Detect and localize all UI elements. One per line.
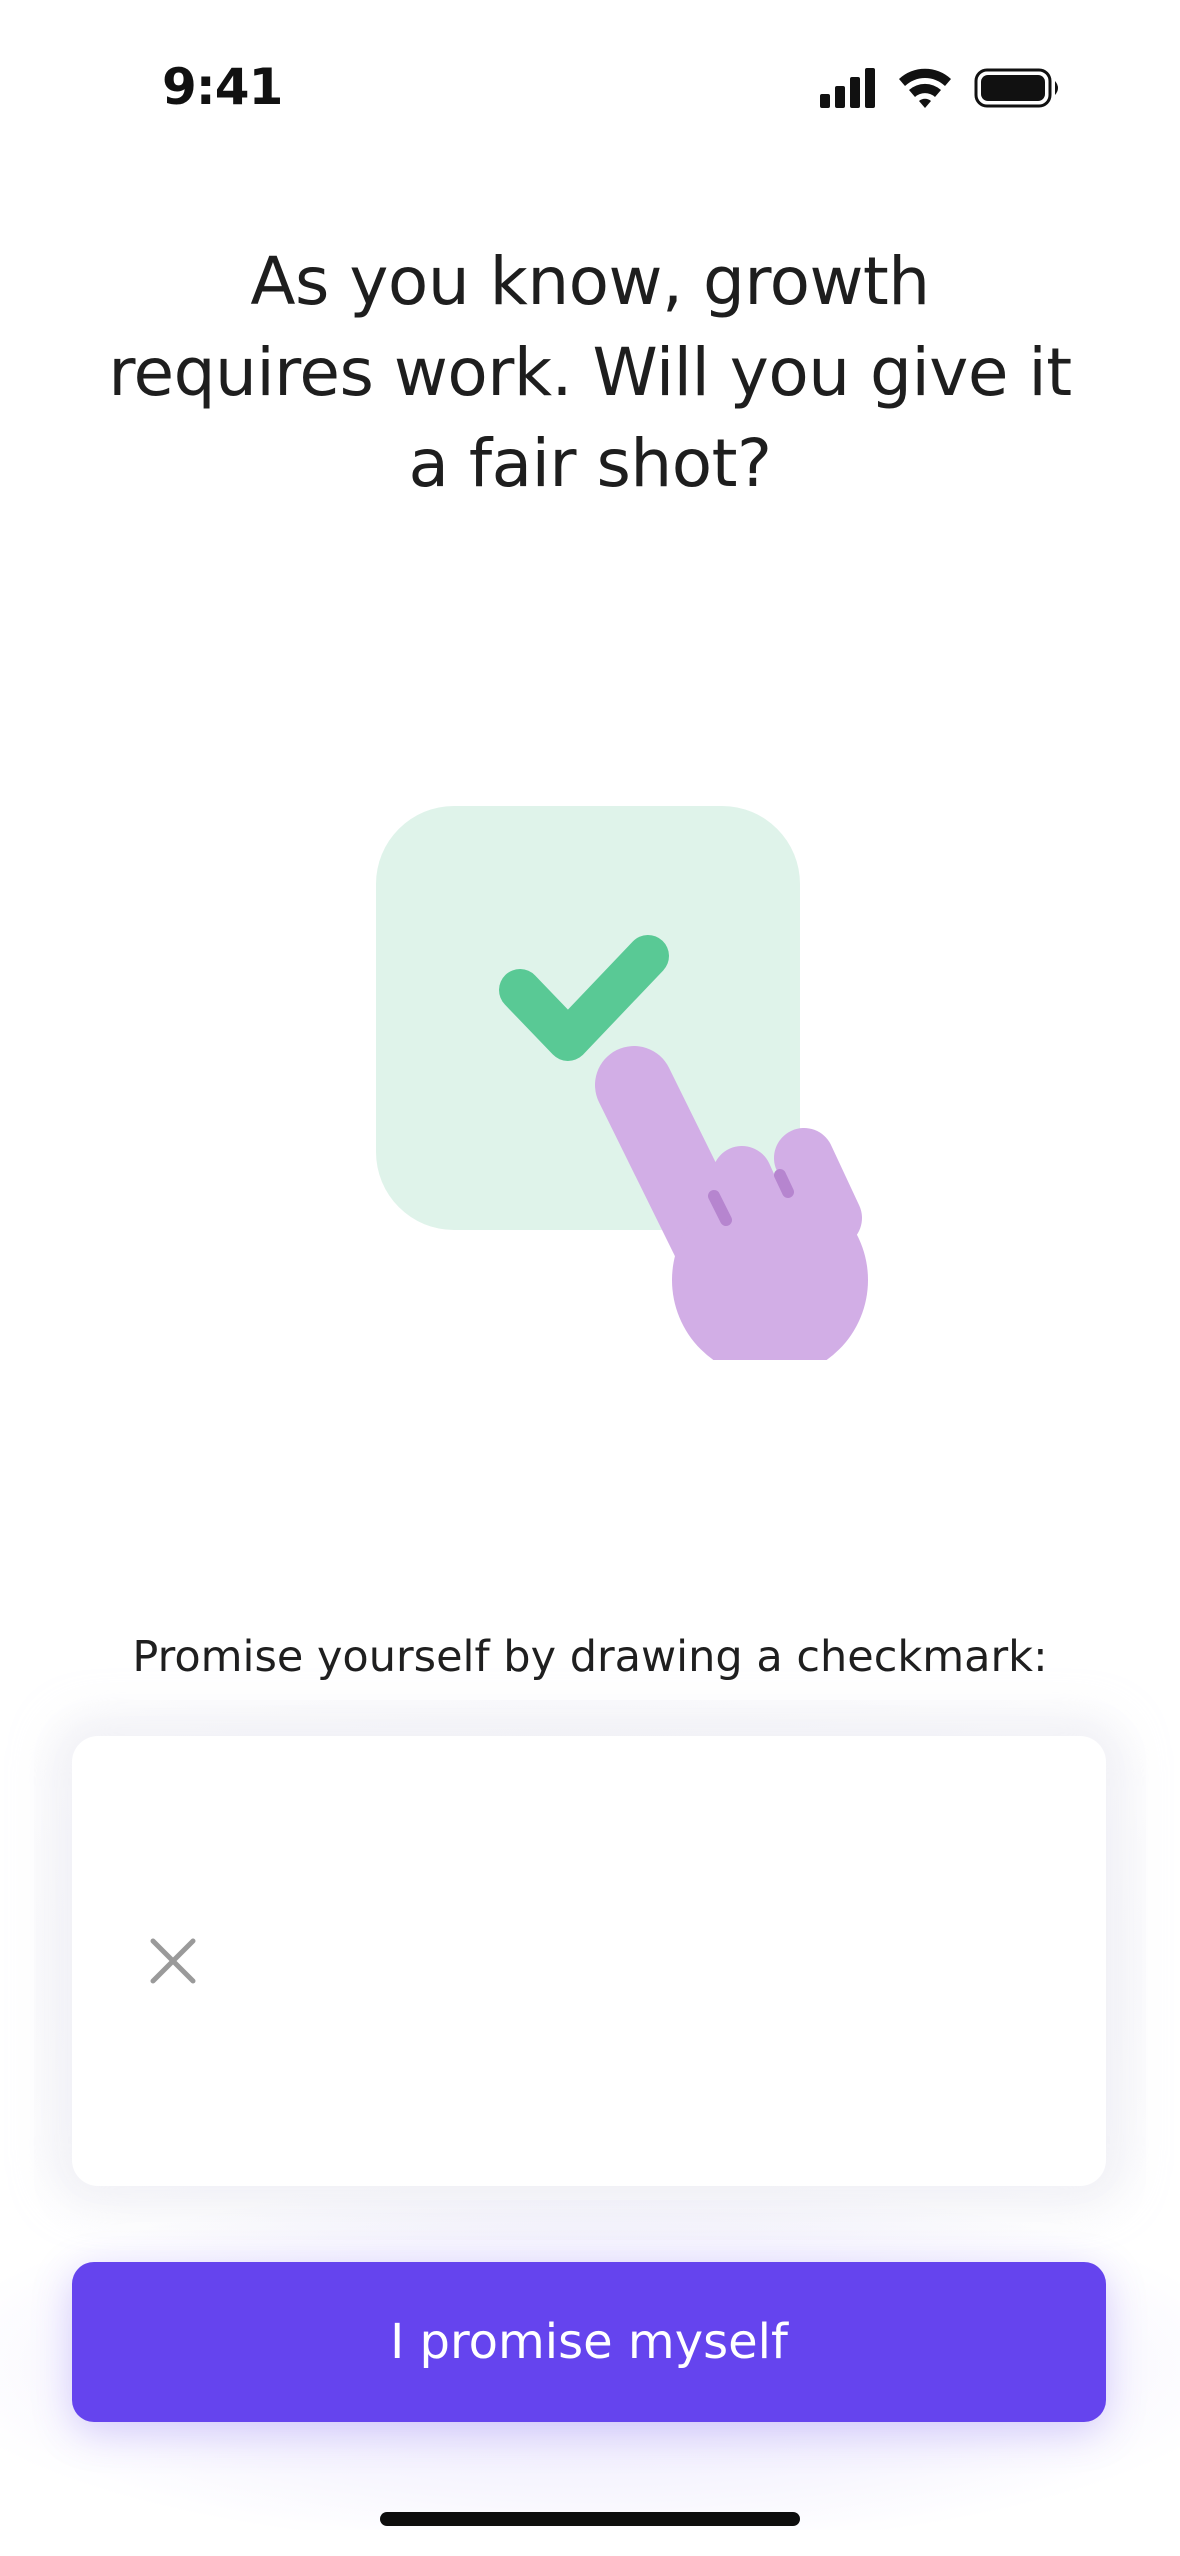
close-icon: [150, 1938, 196, 1984]
drawing-pad[interactable]: [72, 1736, 1106, 2186]
battery-icon: [974, 68, 1058, 108]
page-title: As you know, growth requires work. Will …: [60, 236, 1120, 509]
home-indicator[interactable]: [380, 2512, 800, 2526]
status-icons: [820, 68, 1058, 108]
page-title-line-3: a fair shot?: [408, 425, 772, 502]
page-title-line-2: requires work. Will you give it: [108, 334, 1072, 411]
checkmark-illustration: [376, 806, 868, 1360]
wifi-icon: [899, 68, 951, 108]
drawing-prompt: Promise yourself by drawing a checkmark:: [132, 1632, 1048, 1682]
signal-icon: [820, 68, 875, 108]
clear-drawing-button[interactable]: [132, 1920, 214, 2002]
status-bar: 9:41: [0, 0, 1180, 170]
promise-button[interactable]: I promise myself: [72, 2262, 1106, 2422]
status-time: 9:41: [162, 58, 283, 116]
page-title-line-1: As you know, growth: [250, 243, 930, 320]
